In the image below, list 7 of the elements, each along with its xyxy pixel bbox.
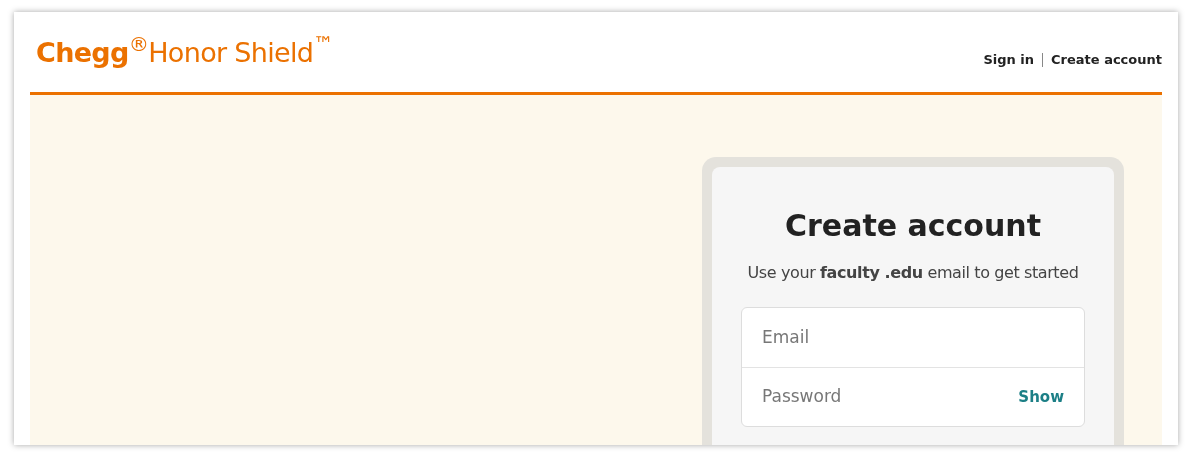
input-field[interactable]: Email: [762, 324, 1064, 351]
header-link[interactable]: Create account: [1051, 49, 1162, 70]
card-subtitle: Use your faculty .edu email to get started: [747, 262, 1079, 284]
card-title: Create account: [785, 211, 1041, 241]
header-link[interactable]: Sign in: [983, 49, 1035, 70]
show-password-button[interactable]: Show: [1018, 385, 1064, 409]
input-field[interactable]: Password: [762, 384, 1019, 410]
